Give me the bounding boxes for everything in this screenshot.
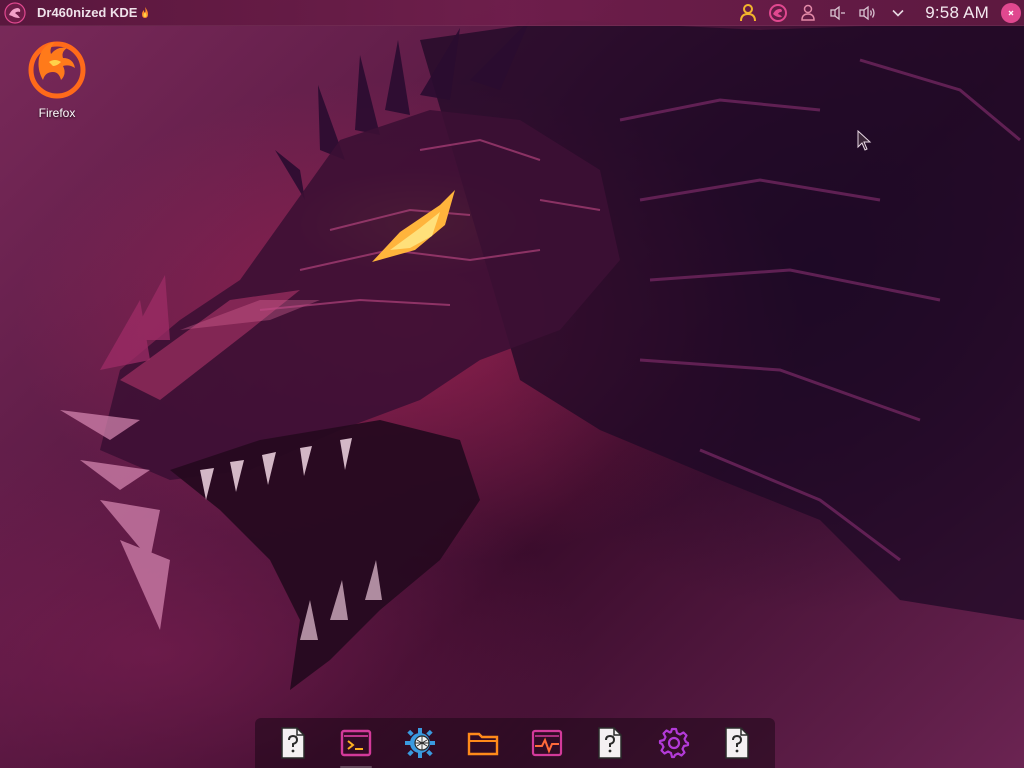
volume-icon[interactable] — [857, 2, 879, 24]
garuda-assistant-icon[interactable] — [767, 2, 789, 24]
desktop-wallpaper — [0, 0, 1024, 768]
window-title-text: Dr460nized KDE — [37, 5, 138, 20]
active-window-title[interactable]: Dr460nized KDE — [37, 5, 150, 20]
system-tray: 9:58 AM — [733, 0, 1024, 26]
dock-item-terminal[interactable] — [334, 721, 378, 768]
dock-item-network-settings[interactable] — [398, 721, 442, 765]
dock-item-unknown-3[interactable] — [715, 721, 759, 765]
desktop-icon-label: Firefox — [38, 106, 76, 120]
unknown-file-icon — [725, 727, 749, 759]
firefox-icon — [28, 41, 86, 99]
network-settings-icon — [404, 728, 435, 758]
dock-item-settings[interactable] — [652, 721, 696, 765]
dock-item-unknown-2[interactable] — [588, 721, 632, 765]
dock-item-files[interactable] — [461, 721, 505, 765]
fire-icon — [142, 6, 149, 18]
mouse-cursor-icon — [857, 130, 872, 151]
folder-icon — [468, 732, 499, 756]
garuda-dragon-icon — [4, 1, 26, 24]
user-icon[interactable] — [737, 2, 759, 24]
session-menu-button[interactable] — [1001, 3, 1021, 23]
settings-gear-icon — [658, 727, 689, 759]
dock-panel — [255, 718, 775, 768]
dragon-artwork — [60, 20, 1024, 690]
terminal-icon — [341, 729, 372, 757]
top-panel: Dr460nized KDE 9:58 AM — [0, 0, 1024, 26]
power-icon — [1008, 10, 1014, 16]
application-launcher[interactable] — [2, 0, 28, 26]
unknown-file-icon — [281, 727, 305, 759]
system-monitor-icon — [531, 729, 562, 757]
microphone-icon[interactable] — [827, 2, 849, 24]
digital-clock[interactable]: 9:58 AM — [925, 3, 989, 23]
unknown-file-icon — [598, 727, 622, 759]
dock-item-unknown-1[interactable] — [271, 721, 315, 765]
user-accounts-icon[interactable] — [797, 2, 819, 24]
dock-item-system-monitor[interactable] — [525, 721, 569, 765]
desktop-icon-firefox[interactable]: Firefox — [22, 36, 92, 120]
chevron-down-icon[interactable] — [887, 2, 909, 24]
